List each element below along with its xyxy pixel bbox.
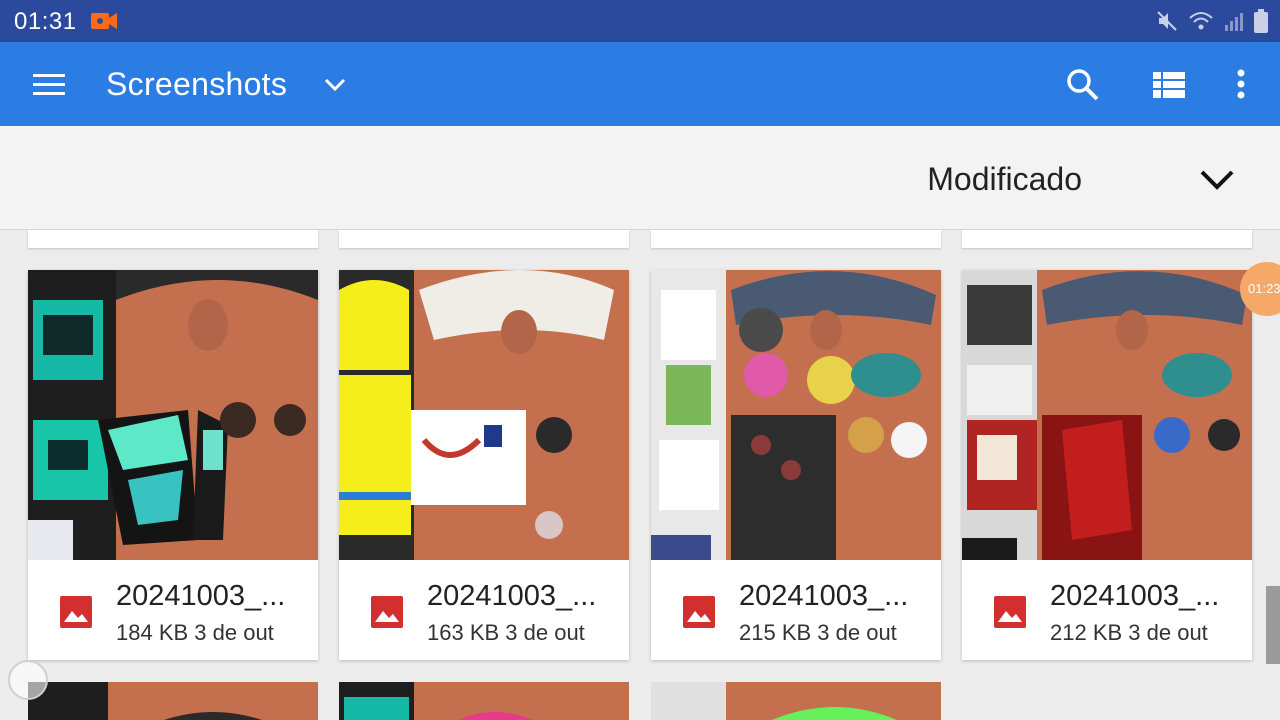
touch-indicator <box>8 660 48 700</box>
file-thumbnail <box>651 270 941 560</box>
signal-icon <box>1225 13 1243 31</box>
image-icon <box>683 596 715 628</box>
mute-icon <box>1157 11 1177 31</box>
file-grid: 20241003_... 184 KB 3 de out 20241003_..… <box>0 230 1280 720</box>
file-info: 20241003_... 163 KB 3 de out <box>339 560 629 660</box>
status-icons <box>1156 9 1268 33</box>
file-thumbnail <box>28 270 318 560</box>
image-icon <box>60 596 92 628</box>
status-time: 01:31 <box>14 8 77 35</box>
wifi-icon <box>1189 12 1213 30</box>
app-bar: Screenshots <box>0 42 1280 126</box>
image-icon <box>371 596 403 628</box>
file-card-partial[interactable] <box>339 682 629 720</box>
file-card[interactable]: 20241003_... 215 KB 3 de out <box>651 270 941 660</box>
file-meta: 184 KB 3 de out <box>116 620 274 645</box>
search-icon[interactable] <box>1064 66 1102 104</box>
file-thumbnail <box>339 270 629 560</box>
sort-bar: Modificado <box>0 126 1280 230</box>
file-info: 20241003_... 212 KB 3 de out <box>962 560 1252 660</box>
file-name: 20241003_... <box>427 580 597 612</box>
file-card[interactable]: 20241003_... 184 KB 3 de out <box>28 270 318 660</box>
file-name: 20241003_... <box>739 580 909 612</box>
file-meta: 163 KB 3 de out <box>427 620 585 645</box>
file-thumbnail <box>962 270 1252 560</box>
file-card-partial[interactable] <box>28 230 318 248</box>
folder-title[interactable]: Screenshots <box>106 66 287 103</box>
file-name: 20241003_... <box>116 580 286 612</box>
file-info: 20241003_... 184 KB 3 de out <box>28 560 318 660</box>
file-card[interactable]: 20241003_... 212 KB 3 de out <box>962 270 1252 660</box>
sort-label[interactable]: Modificado <box>927 161 1082 198</box>
image-icon <box>994 596 1026 628</box>
chevron-down-icon[interactable] <box>320 72 350 96</box>
file-meta: 212 KB 3 de out <box>1050 620 1208 645</box>
file-card[interactable]: 20241003_... 163 KB 3 de out <box>339 270 629 660</box>
file-name: 20241003_... <box>1050 580 1220 612</box>
file-info: 20241003_... 215 KB 3 de out <box>651 560 941 660</box>
file-card-partial[interactable] <box>651 230 941 248</box>
screen-record-icon <box>91 13 117 29</box>
chevron-down-icon[interactable] <box>1196 164 1238 194</box>
list-view-icon[interactable] <box>1150 69 1188 101</box>
file-meta: 215 KB 3 de out <box>739 620 897 645</box>
file-card-partial[interactable] <box>28 682 318 720</box>
battery-icon <box>1254 9 1268 33</box>
status-bar: 01:31 <box>0 0 1280 42</box>
file-card-partial[interactable] <box>651 682 941 720</box>
more-vert-icon[interactable] <box>1230 66 1252 106</box>
file-card-partial[interactable] <box>339 230 629 248</box>
scrollbar-thumb[interactable] <box>1266 586 1280 664</box>
hamburger-icon[interactable] <box>30 68 68 100</box>
file-card-partial[interactable] <box>962 230 1252 248</box>
